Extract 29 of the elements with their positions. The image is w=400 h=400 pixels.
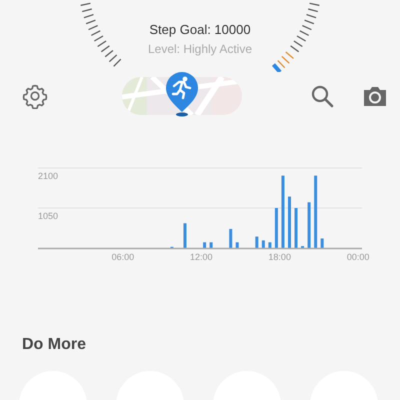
bar (294, 208, 298, 248)
bar (262, 240, 265, 248)
camera-button[interactable] (362, 84, 388, 108)
settings-icon (22, 83, 48, 109)
x-axis-label: 00:00 (346, 252, 370, 262)
section-title: Do More (22, 336, 87, 354)
search-button[interactable] (310, 84, 334, 108)
settings-button[interactable] (22, 83, 48, 109)
bar (320, 238, 324, 248)
activity-level: Level: Highly Active (148, 42, 252, 56)
running-person-pin-icon (164, 71, 200, 117)
bar (183, 223, 186, 248)
bar (268, 242, 272, 248)
camera-icon (362, 84, 388, 108)
y-axis-label: 2100 (38, 171, 58, 181)
bar (288, 196, 291, 248)
x-axis-label: 12:00 (190, 252, 213, 262)
bar (255, 236, 258, 248)
bar (210, 242, 213, 248)
step-goal: Step Goal: 10000 (149, 22, 251, 37)
bar (203, 242, 206, 248)
bar (308, 202, 311, 248)
x-axis-label: 06:00 (112, 252, 134, 262)
search-icon (310, 84, 334, 108)
bar (229, 228, 232, 248)
bar (236, 242, 239, 248)
bar (274, 208, 278, 248)
y-axis-label: 1050 (38, 211, 58, 221)
x-axis-label: 18:00 (268, 252, 291, 262)
